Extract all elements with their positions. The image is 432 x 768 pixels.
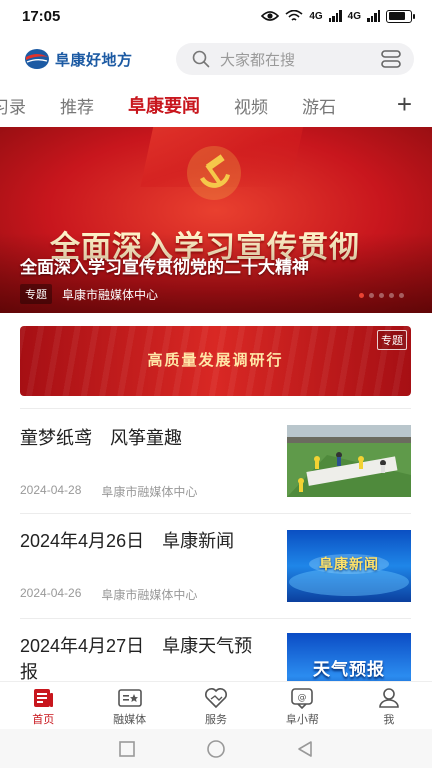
tab-video[interactable]: 视频 <box>234 93 268 118</box>
news-item[interactable]: 2024年4月26日 阜康新闻 2024-04-26 阜康市融媒体中心 阜康新闻 <box>20 513 411 618</box>
tab-xilu[interactable]: 习录 <box>0 93 26 118</box>
back-icon[interactable] <box>296 740 314 758</box>
app-header: 阜康好地方 大家都在搜 <box>0 40 432 78</box>
carousel-dot[interactable] <box>359 293 364 298</box>
recents-icon[interactable] <box>118 740 136 758</box>
nav-media[interactable]: 融媒体 <box>86 682 172 729</box>
carousel-dots <box>359 293 404 298</box>
banner-tag: 专题 <box>20 284 52 304</box>
nav-helper[interactable]: @ 阜小帮 <box>259 682 345 729</box>
search-bar[interactable]: 大家都在搜 <box>176 43 414 75</box>
banner-source: 阜康市融媒体中心 <box>62 287 159 302</box>
news-title: 2024年4月27日 阜康天气预报 <box>20 636 253 681</box>
topic-strip-tag: 专题 <box>377 330 407 350</box>
logo-icon <box>25 49 49 69</box>
search-placeholder: 大家都在搜 <box>220 51 296 69</box>
thumb-caption: 阜康新闻 <box>319 556 379 572</box>
news-date: 2024-04-28 <box>20 483 82 497</box>
party-emblem-icon <box>187 146 241 200</box>
nav-service[interactable]: 服务 <box>173 682 259 729</box>
topic-strip-banner[interactable]: 高质量发展调研行 专题 <box>20 326 411 396</box>
news-item[interactable]: 童梦纸鸢 风筝童趣 2024-04-28 阜康市融媒体中心 <box>20 408 411 513</box>
carousel-dot[interactable] <box>399 293 404 298</box>
media-icon <box>117 689 142 707</box>
network-type-2: 4G <box>347 10 361 22</box>
home-icon[interactable] <box>206 739 226 759</box>
battery-icon <box>386 9 415 23</box>
news-title: 童梦纸鸢 风筝童趣 <box>20 428 182 448</box>
kite-photo-image <box>287 425 411 497</box>
nav-label: 我 <box>383 714 395 726</box>
news-date: 2024-04-26 <box>20 586 82 600</box>
news-thumbnail <box>287 425 411 497</box>
banner-title: 全面深入学习宣传贯彻党的二十大精神 <box>20 258 309 277</box>
home-news-icon <box>34 689 54 707</box>
carousel-dot[interactable] <box>369 293 374 298</box>
nav-label: 阜小帮 <box>285 714 319 726</box>
news-thumbnail: 天气预报 <box>287 633 411 681</box>
thumb-caption: 天气预报 <box>313 660 385 679</box>
tab-travel[interactable]: 游石 <box>302 93 336 118</box>
status-time: 17:05 <box>22 7 61 25</box>
signal-icon <box>328 10 342 22</box>
nav-home[interactable]: 首页 <box>0 682 86 729</box>
tab-fukang-news[interactable]: 阜康要闻 <box>128 92 200 118</box>
helper-chat-icon: @ <box>291 688 314 709</box>
svg-text:@: @ <box>298 693 307 703</box>
profile-icon <box>379 688 399 708</box>
service-icon <box>205 688 228 709</box>
app-logo: 阜康好地方 <box>24 48 174 70</box>
news-item[interactable]: 2024年4月27日 阜康天气预报 天气预报 <box>20 618 411 681</box>
tab-recommend[interactable]: 推荐 <box>60 93 94 118</box>
news-meta: 2024-04-26 阜康市融媒体中心 <box>20 586 197 603</box>
eye-icon <box>261 11 280 21</box>
scan-icon[interactable] <box>380 49 402 69</box>
add-channel-icon[interactable]: + <box>394 90 412 118</box>
news-source: 阜康市融媒体中心 <box>101 588 198 602</box>
banner-meta: 专题 阜康市融媒体中心 <box>20 284 158 304</box>
nav-label: 首页 <box>32 714 55 726</box>
bottom-nav: 首页 融媒体 服务 @ 阜小帮 我 <box>0 681 432 729</box>
search-icon <box>192 50 210 68</box>
wifi-icon <box>285 9 303 21</box>
nav-me[interactable]: 我 <box>346 682 432 729</box>
news-title: 2024年4月26日 阜康新闻 <box>20 531 235 551</box>
network-type-1: 4G <box>309 10 323 22</box>
channel-tabs: 习录 推荐 阜康要闻 视频 游石 + <box>0 86 432 124</box>
carousel-dot[interactable] <box>379 293 384 298</box>
signal-icon-2 <box>367 10 380 22</box>
system-nav-bar <box>0 729 432 768</box>
nav-label: 服务 <box>205 714 228 726</box>
status-icons: 4G 4G <box>261 9 415 23</box>
news-source: 阜康市融媒体中心 <box>101 485 198 499</box>
status-bar: 17:05 4G 4G <box>0 0 432 32</box>
carousel-dot[interactable] <box>389 293 394 298</box>
nav-label: 融媒体 <box>113 714 147 726</box>
topic-strip-title: 高质量发展调研行 <box>147 351 284 369</box>
news-thumbnail: 阜康新闻 <box>287 530 411 602</box>
news-meta: 2024-04-28 阜康市融媒体中心 <box>20 483 197 500</box>
hero-banner[interactable]: 全面深入学习宣传贯彻 全面深入学习宣传贯彻党的二十大精神 专题 阜康市融媒体中心 <box>0 127 432 313</box>
logo-text: 阜康好地方 <box>55 51 133 69</box>
